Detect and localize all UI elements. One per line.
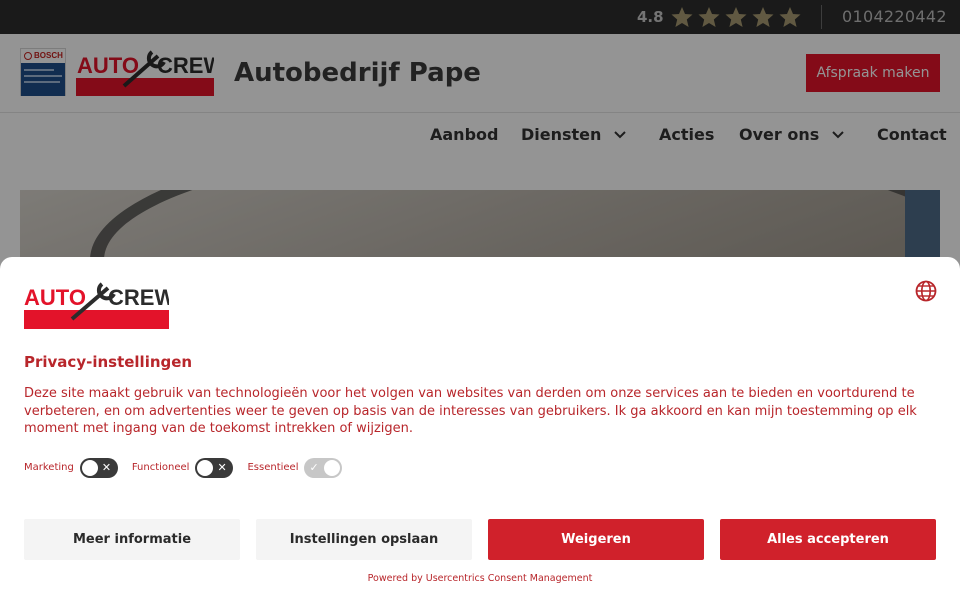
consent-toggles: Marketing ✕ Functioneel ✕ Essentieel ✓ <box>24 458 356 478</box>
consent-logo-text-left: AUTO <box>24 285 86 310</box>
globe-icon[interactable] <box>914 279 938 303</box>
essential-toggle: ✓ <box>304 458 343 478</box>
toggle-label-essentieel: Essentieel <box>247 462 299 473</box>
save-settings-button[interactable]: Instellingen opslaan <box>256 519 472 560</box>
consent-dialog: AUTO CREW Privacy-instellingen Deze site… <box>0 257 960 600</box>
close-icon: ✕ <box>101 461 112 474</box>
consent-autocrew-logo: AUTO CREW <box>24 282 169 329</box>
powered-by-link[interactable]: Powered by Usercentrics Consent Manageme… <box>0 573 960 585</box>
toggle-knob <box>324 460 341 476</box>
marketing-toggle[interactable]: ✕ <box>79 458 118 478</box>
check-icon: ✓ <box>309 461 319 474</box>
consent-title: Privacy-instellingen <box>24 353 193 371</box>
more-info-button[interactable]: Meer informatie <box>24 519 240 560</box>
consent-logo-text-right: CREW <box>108 285 169 310</box>
close-icon: ✕ <box>217 461 227 474</box>
toggle-label-functioneel: Functioneel <box>131 462 190 473</box>
toggle-knob <box>197 460 214 476</box>
consent-body-text: Deze site maakt gebruik van technologieë… <box>24 386 917 436</box>
toggle-knob <box>81 460 98 476</box>
accept-all-button[interactable]: Alles accepteren <box>720 519 936 560</box>
toggle-label-marketing: Marketing <box>24 462 74 473</box>
deny-button[interactable]: Weigeren <box>488 519 704 560</box>
functional-toggle[interactable]: ✕ <box>195 458 234 478</box>
